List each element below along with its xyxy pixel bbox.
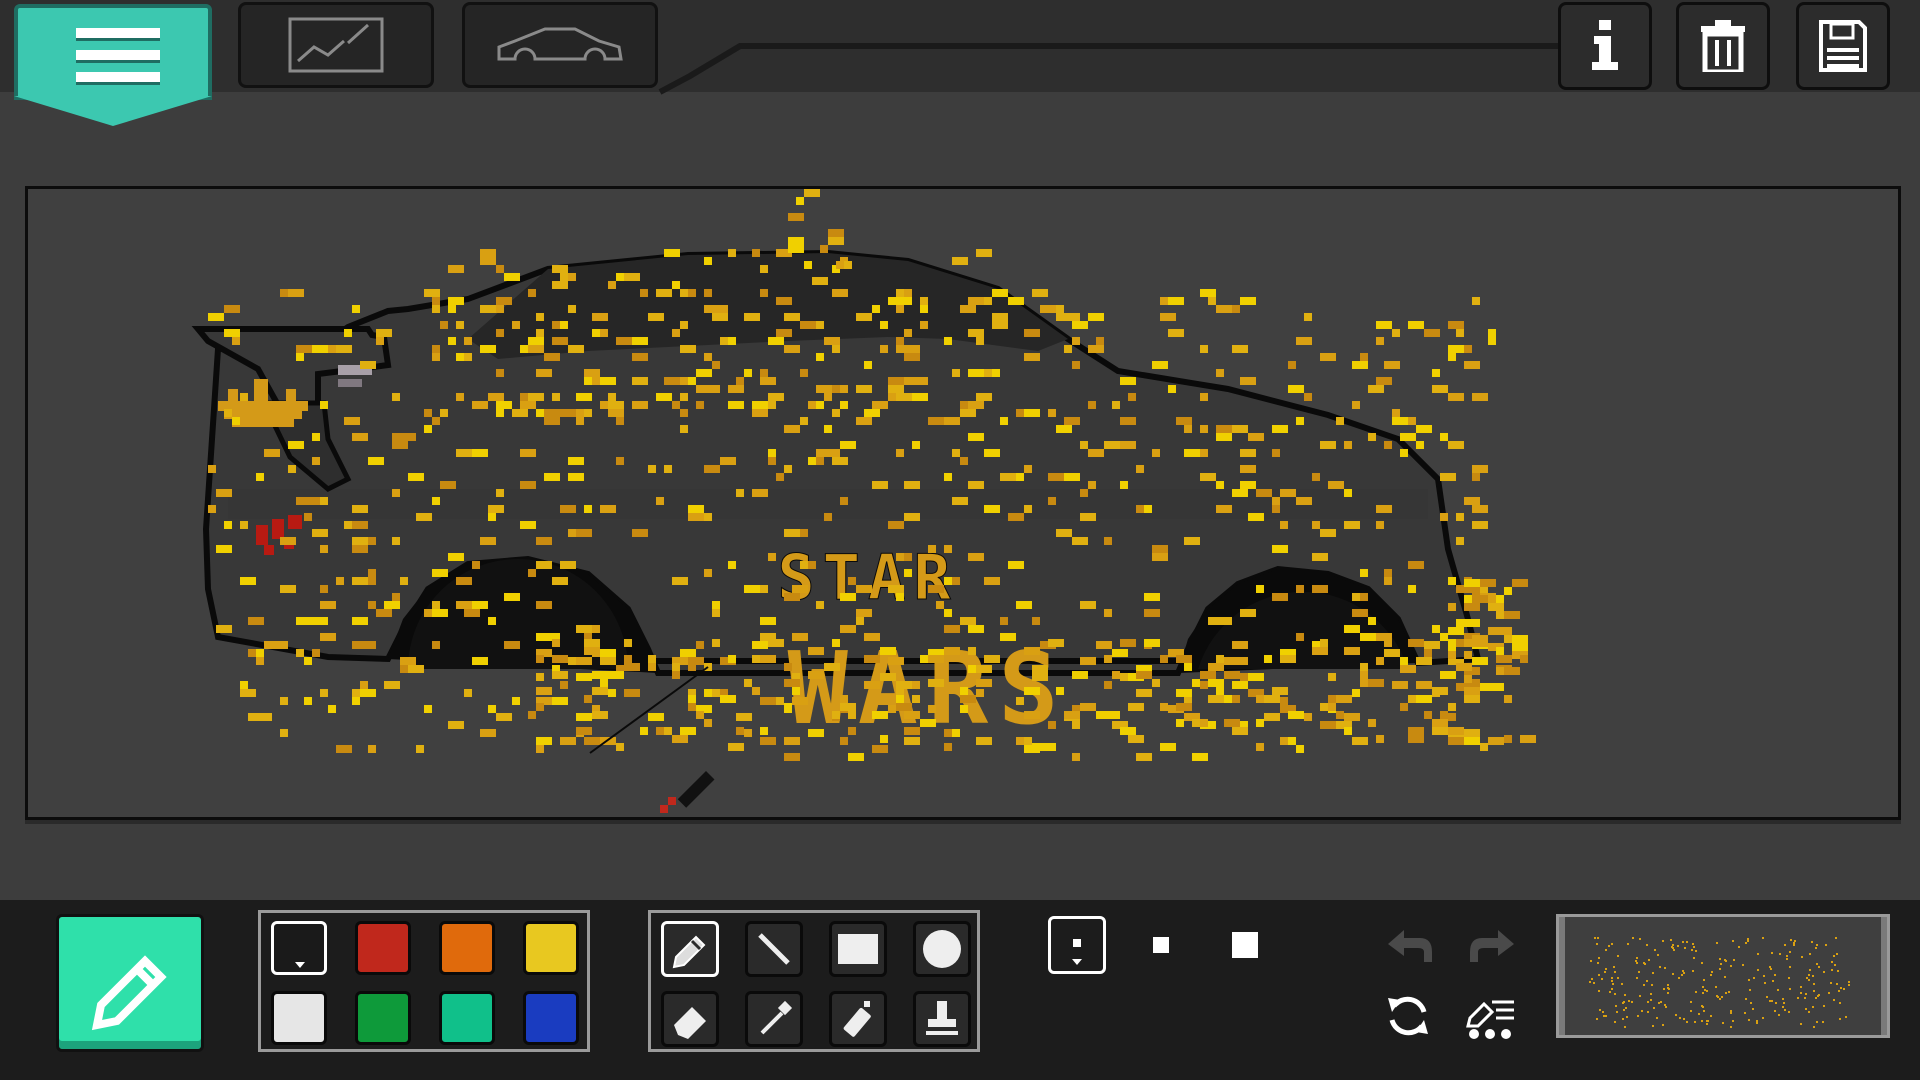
line-icon (758, 933, 790, 965)
pixel-art-car: STAR WARS (191, 189, 1536, 813)
brush-size-dot (1153, 937, 1169, 953)
tool-pencil[interactable] (661, 921, 719, 977)
brush-size-large[interactable] (1216, 916, 1274, 974)
info-button[interactable] (1558, 2, 1652, 90)
brush-size-small[interactable] (1048, 916, 1106, 974)
tool-eyedropper[interactable] (745, 991, 803, 1047)
color-swatch[interactable] (271, 991, 327, 1045)
brush-size-medium[interactable] (1132, 916, 1190, 974)
redo-icon[interactable] (1466, 926, 1518, 966)
preview-image (1559, 917, 1887, 1035)
color-palette (258, 910, 590, 1052)
car-outline-icon (497, 27, 623, 61)
brush-size-dot (1073, 939, 1081, 947)
menu-button[interactable] (14, 4, 212, 100)
trash-icon (1701, 20, 1745, 72)
color-swatch[interactable] (523, 991, 579, 1045)
color-swatch[interactable] (439, 921, 495, 975)
tool-selector (648, 910, 980, 1052)
tool-eraser[interactable] (661, 991, 719, 1047)
undo-icon[interactable] (1384, 926, 1436, 966)
tool-rectangle[interactable] (829, 921, 887, 977)
eyedropper-icon (760, 1000, 793, 1035)
brush-settings-icon[interactable] (1466, 992, 1518, 1040)
floppy-disk-icon (1819, 20, 1867, 72)
menu-button-arrow (14, 96, 212, 126)
selected-indicator (295, 962, 305, 968)
eraser-icon (674, 1007, 706, 1039)
delete-button[interactable] (1676, 2, 1770, 90)
tool-spray-can[interactable] (829, 991, 887, 1047)
spray-can-icon (843, 1001, 871, 1037)
color-swatch[interactable] (355, 991, 411, 1045)
tab-drawing[interactable] (238, 2, 434, 88)
info-icon (1592, 20, 1618, 70)
tab-car[interactable] (462, 2, 658, 88)
tool-stamp[interactable] (913, 991, 971, 1047)
hamburger-menu-icon (76, 28, 160, 94)
color-swatch[interactable] (523, 921, 579, 975)
save-button[interactable] (1796, 2, 1890, 90)
canvas-preview-thumbnail[interactable] (1556, 914, 1890, 1038)
tool-line[interactable] (745, 921, 803, 977)
stamp-icon (926, 1001, 958, 1035)
brush-size-dot (1232, 932, 1258, 958)
circle-icon (923, 930, 961, 968)
tool-circle[interactable] (913, 921, 971, 977)
color-swatch[interactable] (271, 921, 327, 975)
selected-indicator (1072, 959, 1082, 965)
pencil-icon (672, 935, 706, 969)
color-swatch[interactable] (355, 921, 411, 975)
pencil-cursor-icon (589, 666, 715, 813)
current-tool-button[interactable] (56, 914, 204, 1052)
pencil-icon (91, 955, 167, 1031)
rectangle-icon (838, 934, 878, 964)
color-swatch[interactable] (439, 991, 495, 1045)
drawing-canvas[interactable]: STAR WARS (25, 186, 1901, 820)
rotate-icon[interactable] (1384, 992, 1432, 1040)
drawing-canvas-icon (288, 17, 384, 73)
